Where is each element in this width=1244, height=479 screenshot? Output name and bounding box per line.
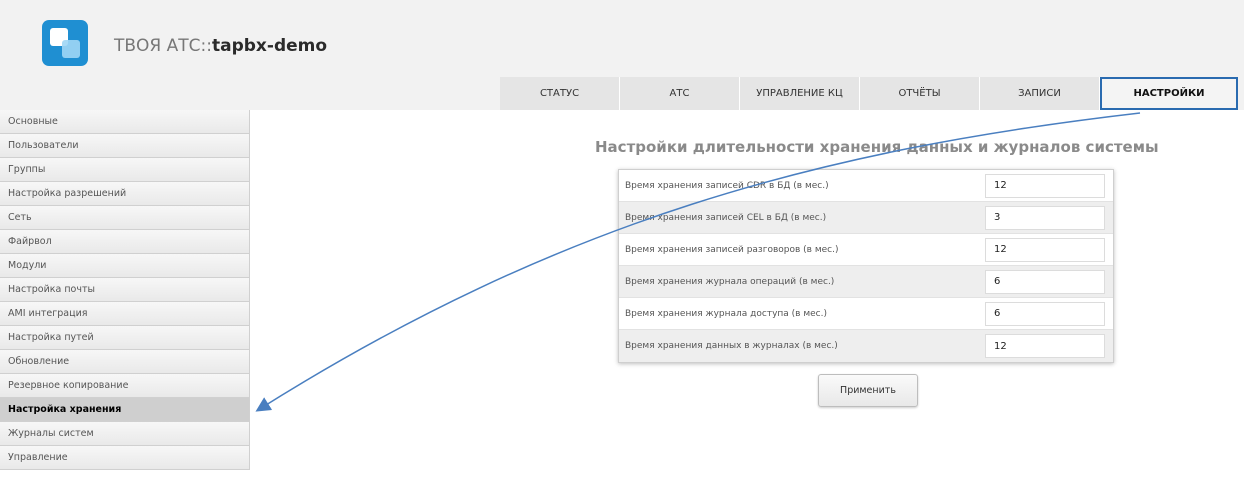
sidebar-item-modules[interactable]: Модули [0, 254, 250, 278]
sidebar: Основные Пользователи Группы Настройка р… [0, 110, 250, 470]
settings-row: Время хранения журнала операций (в мес.) [619, 266, 1113, 298]
tab-recordings[interactable]: ЗАПИСИ [980, 77, 1100, 110]
operations-log-retention-label: Время хранения журнала операций (в мес.) [625, 276, 835, 287]
tab-call-center[interactable]: УПРАВЛЕНИЕ КЦ [740, 77, 860, 110]
sidebar-item-ami[interactable]: AMI интеграция [0, 302, 250, 326]
sidebar-item-users[interactable]: Пользователи [0, 134, 250, 158]
main-nav-tabs: СТАТУС АТС УПРАВЛЕНИЕ КЦ ОТЧЁТЫ ЗАПИСИ Н… [500, 77, 1238, 110]
sidebar-item-network[interactable]: Сеть [0, 206, 250, 230]
tab-pbx[interactable]: АТС [620, 77, 740, 110]
tab-status[interactable]: СТАТУС [500, 77, 620, 110]
call-recordings-retention-label: Время хранения записей разговоров (в мес… [625, 244, 839, 255]
settings-row: Время хранения записей CEL в БД (в мес.) [619, 202, 1113, 234]
settings-row: Время хранения записей разговоров (в мес… [619, 234, 1113, 266]
sidebar-item-paths[interactable]: Настройка путей [0, 326, 250, 350]
call-recordings-retention-input[interactable] [985, 237, 1105, 262]
cel-retention-label: Время хранения записей CEL в БД (в мес.) [625, 212, 827, 223]
logs-data-retention-label: Время хранения данных в журналах (в мес.… [625, 341, 838, 351]
cdr-retention-input[interactable] [985, 173, 1105, 198]
page-title: Настройки длительности хранения данных и… [595, 138, 1159, 156]
sidebar-item-storage[interactable]: Настройка хранения [0, 398, 250, 422]
sidebar-item-update[interactable]: Обновление [0, 350, 250, 374]
sidebar-item-backup[interactable]: Резервное копирование [0, 374, 250, 398]
sidebar-item-groups[interactable]: Группы [0, 158, 250, 182]
tab-reports[interactable]: ОТЧЁТЫ [860, 77, 980, 110]
logs-data-retention-input[interactable] [985, 334, 1105, 358]
sidebar-item-general[interactable]: Основные [0, 110, 250, 134]
sidebar-item-firewall[interactable]: Файрвол [0, 230, 250, 254]
settings-row: Время хранения записей CDR в БД (в мес.) [619, 170, 1113, 202]
sidebar-item-system-logs[interactable]: Журналы систем [0, 422, 250, 446]
settings-row: Время хранения журнала доступа (в мес.) [619, 298, 1113, 330]
access-log-retention-label: Время хранения журнала доступа (в мес.) [625, 308, 827, 319]
cdr-retention-label: Время хранения записей CDR в БД (в мес.) [625, 180, 829, 191]
app-title: ТВОЯ АТС::tapbx-demo [114, 36, 328, 56]
sidebar-item-permissions[interactable]: Настройка разрешений [0, 182, 250, 206]
sidebar-item-management[interactable]: Управление [0, 446, 250, 470]
logo-icon [42, 20, 88, 66]
sidebar-item-mail[interactable]: Настройка почты [0, 278, 250, 302]
access-log-retention-input[interactable] [985, 301, 1105, 326]
apply-button[interactable]: Применить [818, 374, 918, 407]
settings-row: Время хранения данных в журналах (в мес.… [619, 330, 1113, 362]
tab-settings[interactable]: НАСТРОЙКИ [1100, 77, 1238, 110]
operations-log-retention-input[interactable] [985, 269, 1105, 294]
storage-settings-form: Время хранения записей CDR в БД (в мес.)… [618, 169, 1114, 363]
cel-retention-input[interactable] [985, 205, 1105, 230]
header: ТВОЯ АТС::tapbx-demo СТАТУС АТС УПРАВЛЕН… [0, 0, 1244, 110]
